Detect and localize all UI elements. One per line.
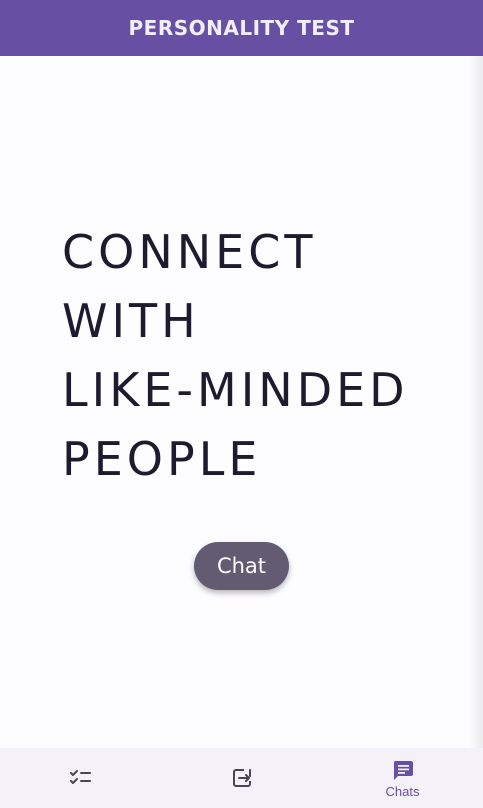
app-window: PERSONALITY TEST CONNECT WITH LIKE-MINDE…	[0, 0, 483, 808]
nav-item-exit[interactable]	[161, 748, 322, 808]
headline: CONNECT WITH LIKE-MINDED PEOPLE	[62, 218, 472, 494]
page-title: PERSONALITY TEST	[128, 16, 355, 40]
headline-line-3: LIKE-MINDED	[62, 363, 409, 417]
chat-button[interactable]: Chat	[194, 542, 289, 590]
exit-to-app-icon	[230, 766, 254, 790]
headline-line-1: CONNECT	[62, 225, 317, 279]
nav-item-test[interactable]	[0, 748, 161, 808]
chat-bubble-icon	[391, 758, 415, 782]
nav-item-label: Chats	[385, 783, 420, 799]
app-bar: PERSONALITY TEST	[0, 0, 483, 56]
nav-item-chats[interactable]: Chats	[322, 748, 483, 808]
headline-line-4: PEOPLE	[62, 432, 262, 486]
checklist-icon	[69, 766, 93, 790]
bottom-navigation: Chats	[0, 748, 483, 808]
headline-line-2: WITH	[62, 294, 200, 348]
